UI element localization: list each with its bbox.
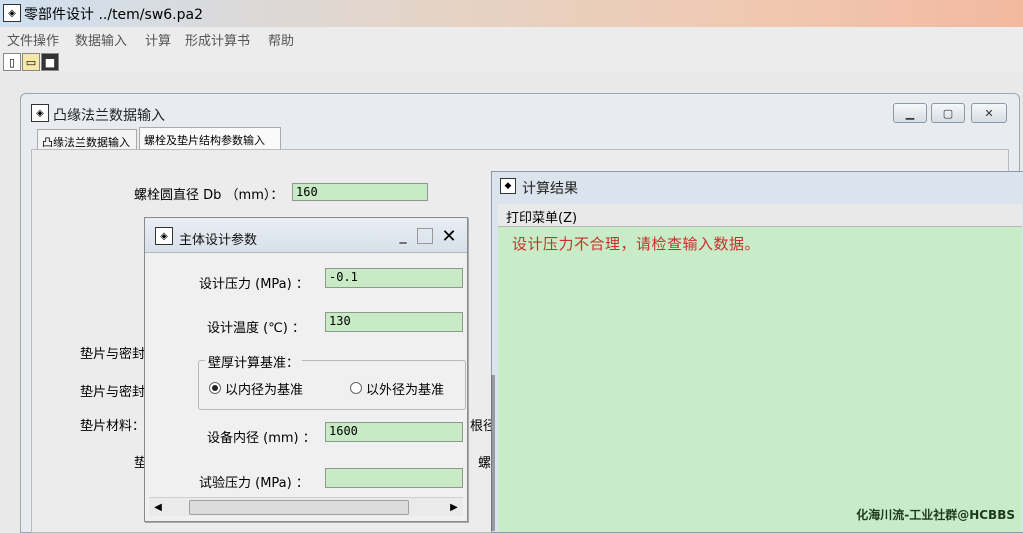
params-title-bar: ◈ 主体设计参数 _ ✕: [145, 218, 467, 253]
wall-basis-legend: 壁厚计算基准：: [205, 352, 303, 371]
window-icon: ◈: [31, 104, 49, 122]
params-window-title: 主体设计参数: [179, 233, 258, 248]
design-temp-input[interactable]: 130: [325, 312, 463, 332]
app-title: 零部件设计 ../tem/sw6.pa2: [24, 7, 203, 23]
print-menu[interactable]: 打印菜单(Z): [506, 207, 577, 226]
radio-inner-label[interactable]: 以内径为基准: [225, 379, 303, 398]
bolt-circle-input[interactable]: 160: [292, 183, 428, 201]
menu-data-input[interactable]: 数据输入: [75, 30, 127, 49]
error-message: 设计压力不合理，请检查输入数据。: [512, 235, 761, 253]
menu-report[interactable]: 形成计算书: [185, 30, 250, 49]
wall-basis-group: 壁厚计算基准： 以内径为基准 以外径为基准: [198, 352, 466, 410]
result-window-icon: ◆: [500, 178, 516, 194]
design-temp-label: 设计温度 (℃) ：: [207, 321, 306, 336]
params-close-icon[interactable]: ✕: [441, 226, 457, 247]
params-window-icon: ◈: [155, 227, 173, 245]
maximize-button[interactable]: ▢: [931, 103, 965, 123]
tab-bolt-gasket[interactable]: 螺栓及垫片结构参数输入: [139, 127, 281, 149]
app-icon[interactable]: ◈: [3, 4, 21, 22]
menu-calculate[interactable]: 计算: [145, 30, 171, 49]
params-maximize-icon[interactable]: [417, 228, 433, 244]
app-title-bar: ◈ 零部件设计 ../tem/sw6.pa2: [0, 0, 1023, 28]
calc-result-window: ◆ 计算结果 打印菜单(Z) 设计压力不合理，请检查输入数据。: [491, 171, 1023, 533]
radio-inner-diameter[interactable]: [209, 382, 221, 394]
tab-flange-data[interactable]: 凸缘法兰数据输入: [37, 129, 137, 151]
inner-diameter-input[interactable]: 1600: [325, 422, 463, 442]
bolt-short-label: 螺: [478, 456, 492, 471]
flange-window-title: 凸缘法兰数据输入: [53, 108, 165, 124]
design-params-window: ◈ 主体设计参数 _ ✕ 设计压力 (MPa) ： -0.1 设计温度 (℃) …: [144, 217, 468, 522]
open-folder-icon[interactable]: ▭: [22, 53, 40, 71]
design-pressure-label: 设计压力 (MPa) ：: [199, 277, 309, 292]
params-horizontal-scrollbar[interactable]: ◀ ▶: [149, 497, 463, 516]
watermark: 化海川流-工业社群@HCBBS: [856, 508, 1015, 522]
test-pressure-input[interactable]: [325, 468, 463, 488]
result-window-title: 计算结果: [522, 181, 578, 197]
new-file-icon[interactable]: ▯: [3, 53, 21, 71]
test-pressure-label: 试验压力 (MPa) ：: [199, 476, 309, 491]
gasket-seal-label-2: 垫片与密封: [80, 385, 146, 400]
save-disk-icon[interactable]: ■: [41, 53, 59, 71]
menu-bar: 文件操作 数据输入 计算 形成计算书 帮助: [0, 27, 1023, 49]
radio-outer-diameter[interactable]: [350, 382, 362, 394]
scroll-thumb[interactable]: [189, 500, 409, 515]
toolbar: ▯ ▭ ■: [0, 50, 1023, 73]
close-button[interactable]: ✕: [971, 103, 1007, 123]
scroll-left-icon[interactable]: ◀: [151, 500, 165, 514]
result-menu-bar: 打印菜单(Z): [498, 204, 1022, 227]
minimize-button[interactable]: ▁: [893, 103, 927, 123]
radio-outer-label[interactable]: 以外径为基准: [366, 379, 444, 398]
tab-strip: 凸缘法兰数据输入 螺栓及垫片结构参数输入: [31, 127, 1009, 151]
result-text-area[interactable]: 设计压力不合理，请检查输入数据。: [498, 227, 1022, 532]
params-minimize-icon[interactable]: _: [395, 228, 411, 244]
menu-help[interactable]: 帮助: [268, 30, 294, 49]
panel-divider: [491, 375, 495, 531]
gasket-material-label: 垫片材料：: [80, 419, 146, 434]
bolt-circle-label: 螺栓圆直径 Db （mm）：: [134, 188, 284, 203]
menu-file[interactable]: 文件操作: [7, 30, 59, 49]
gasket-seal-label-1: 垫片与密封: [80, 347, 146, 362]
inner-diameter-label: 设备内径 (mm) ：: [207, 431, 316, 446]
design-pressure-input[interactable]: -0.1: [325, 268, 463, 288]
scroll-right-icon[interactable]: ▶: [447, 500, 461, 514]
